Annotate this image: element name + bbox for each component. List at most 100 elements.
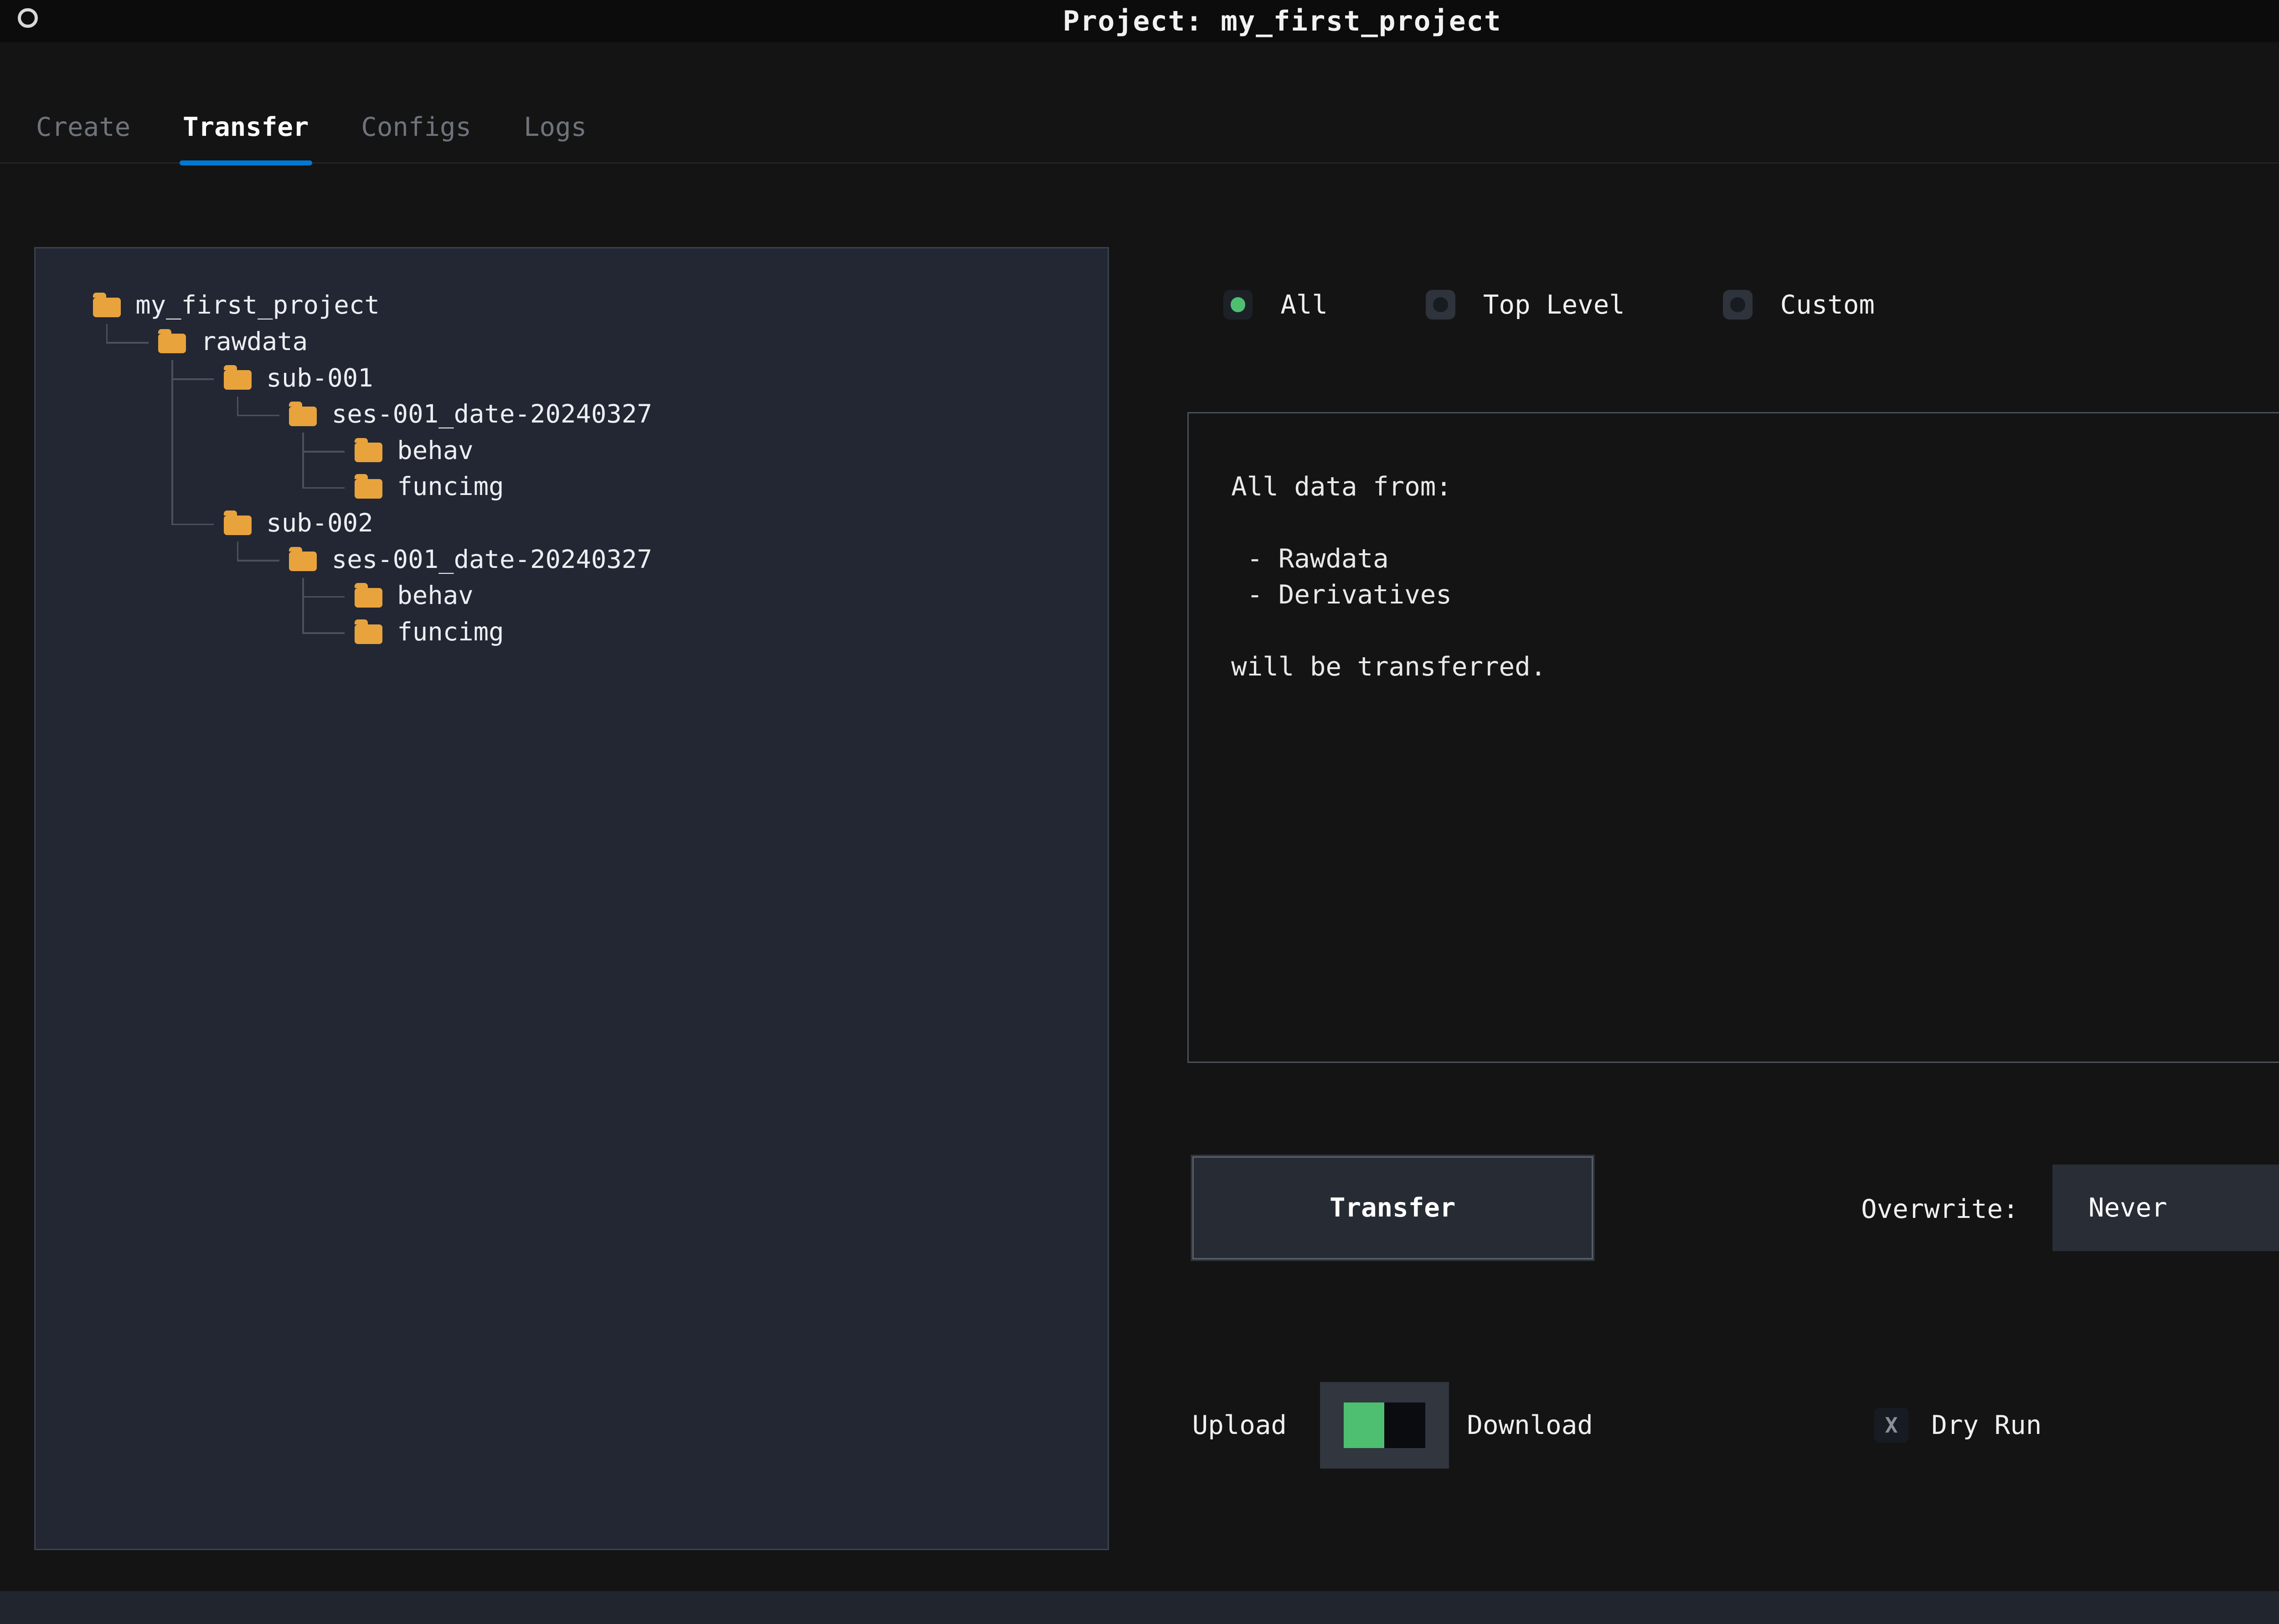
radio-label: Custom xyxy=(1780,289,1875,320)
tree-guide xyxy=(158,578,224,614)
folder-icon xyxy=(355,624,382,644)
tree-label: ses-001_date-20240327 xyxy=(332,542,652,578)
switch-on-segment xyxy=(1344,1402,1385,1448)
tab-configs[interactable]: Configs xyxy=(361,92,471,162)
tree-guide xyxy=(158,614,224,651)
tree-label: funcimg xyxy=(397,614,504,650)
tree-guide xyxy=(158,505,224,542)
folder-icon xyxy=(93,298,121,317)
tree-guide xyxy=(289,433,355,469)
tree-guide xyxy=(93,505,159,542)
switch-off-segment xyxy=(1384,1402,1425,1448)
tree-row-behav[interactable]: behav xyxy=(93,433,1091,469)
scope-radio-group: All Top Level Custom xyxy=(1223,289,1875,320)
radio-indicator xyxy=(1723,290,1753,320)
folder-icon xyxy=(224,516,252,535)
tab-transfer[interactable]: Transfer xyxy=(183,92,309,162)
info-line: will be transferred. xyxy=(1231,649,2279,685)
radio-label: Top Level xyxy=(1483,289,1625,320)
tree-guide xyxy=(158,397,224,433)
radio-dot xyxy=(1433,297,1448,312)
tree-guide xyxy=(93,614,159,651)
tree-rows: my_first_projectrawdatasub-001ses-001_da… xyxy=(93,288,1091,650)
folder-icon xyxy=(158,334,186,353)
tab-logs[interactable]: Logs xyxy=(524,92,587,162)
transfer-info-lines: All data from: - Rawdata - Derivativeswi… xyxy=(1231,469,2279,685)
info-line xyxy=(1231,505,2279,541)
radio-label: All xyxy=(1280,289,1328,320)
tree-guide xyxy=(93,433,159,469)
tree-row-ses-001_date-20240327[interactable]: ses-001_date-20240327 xyxy=(93,541,1091,578)
radio-custom[interactable]: Custom xyxy=(1723,289,1875,320)
tree-guide xyxy=(158,469,224,505)
radio-dot xyxy=(1231,297,1245,312)
tree-row-sub-001[interactable]: sub-001 xyxy=(93,360,1091,397)
tree-guide xyxy=(93,324,159,361)
tree-guide xyxy=(289,578,355,614)
checkbox-x-mark: X xyxy=(1885,1415,1897,1436)
info-line xyxy=(1231,613,2279,649)
tree-guide xyxy=(224,433,289,469)
overwrite-label: Overwrite: xyxy=(1861,1194,2019,1224)
tree-row-funcimg[interactable]: funcimg xyxy=(93,614,1091,651)
tree-guide xyxy=(93,578,159,614)
folder-icon xyxy=(355,588,382,608)
folder-icon xyxy=(355,479,382,499)
tree-label: ses-001_date-20240327 xyxy=(332,397,652,433)
tab-create[interactable]: Create xyxy=(36,92,130,162)
transfer-button[interactable]: Transfer xyxy=(1192,1156,1593,1259)
tree-guide xyxy=(224,578,289,614)
tree-guide xyxy=(93,469,159,505)
app-title: Project: my_first_project xyxy=(0,5,2279,37)
tree-row-sub-002[interactable]: sub-002 xyxy=(93,505,1091,542)
tab-bar: Create Transfer Configs Logs xyxy=(0,92,2279,164)
dry-run-label: Dry Run xyxy=(1931,1410,2042,1440)
tree-row-rawdata[interactable]: rawdata xyxy=(93,324,1091,361)
footer-bar xyxy=(0,1591,2279,1624)
app-window: Project: my_first_project Main Menu Crea… xyxy=(0,0,2279,1624)
upload-download-switch[interactable] xyxy=(1320,1382,1449,1469)
tree-label: sub-002 xyxy=(266,505,373,541)
tree-row-my_first_project[interactable]: my_first_project xyxy=(93,288,1091,324)
tree-guide xyxy=(93,360,159,397)
radio-indicator xyxy=(1223,290,1253,320)
tree-label: funcimg xyxy=(397,469,504,505)
tree-guide xyxy=(93,397,159,433)
tree-label: my_first_project xyxy=(135,288,380,324)
tree-guide xyxy=(289,614,355,651)
directory-tree-panel[interactable]: my_first_projectrawdatasub-001ses-001_da… xyxy=(34,247,1109,1551)
overwrite-select[interactable]: Never ▼ xyxy=(2052,1165,2279,1251)
tree-guide xyxy=(158,433,224,469)
tree-row-ses-001_date-20240327[interactable]: ses-001_date-20240327 xyxy=(93,397,1091,433)
download-label: Download xyxy=(1467,1410,1593,1440)
overwrite-selected-value: Never xyxy=(2088,1192,2167,1223)
tree-guide xyxy=(224,469,289,505)
tree-guide xyxy=(289,469,355,505)
upload-label: Upload xyxy=(1192,1410,1287,1440)
header-bar: Project: my_first_project xyxy=(0,0,2279,42)
tree-label: behav xyxy=(397,578,473,614)
tree-guide xyxy=(224,614,289,651)
info-line: - Derivatives xyxy=(1231,577,2279,613)
tree-guide xyxy=(158,541,224,578)
tree-guide xyxy=(158,360,224,397)
dry-run-checkbox[interactable]: X xyxy=(1874,1408,1908,1442)
info-line: - Rawdata xyxy=(1231,541,2279,577)
radio-top-level[interactable]: Top Level xyxy=(1426,289,1625,320)
transfer-info-box: All data from: - Rawdata - Derivativeswi… xyxy=(1187,412,2279,1063)
tree-label: sub-001 xyxy=(266,361,373,397)
switch-track xyxy=(1344,1402,1425,1448)
tree-guide xyxy=(93,541,159,578)
folder-icon xyxy=(355,443,382,462)
tree-label: rawdata xyxy=(201,324,308,360)
tree-row-funcimg[interactable]: funcimg xyxy=(93,469,1091,505)
tree-guide xyxy=(224,397,289,433)
folder-icon xyxy=(289,552,317,571)
radio-dot xyxy=(1730,297,1745,312)
radio-all[interactable]: All xyxy=(1223,289,1328,320)
tree-label: behav xyxy=(397,433,473,469)
tree-guide xyxy=(224,541,289,578)
folder-icon xyxy=(289,407,317,426)
tree-row-behav[interactable]: behav xyxy=(93,578,1091,614)
radio-indicator xyxy=(1426,290,1455,320)
